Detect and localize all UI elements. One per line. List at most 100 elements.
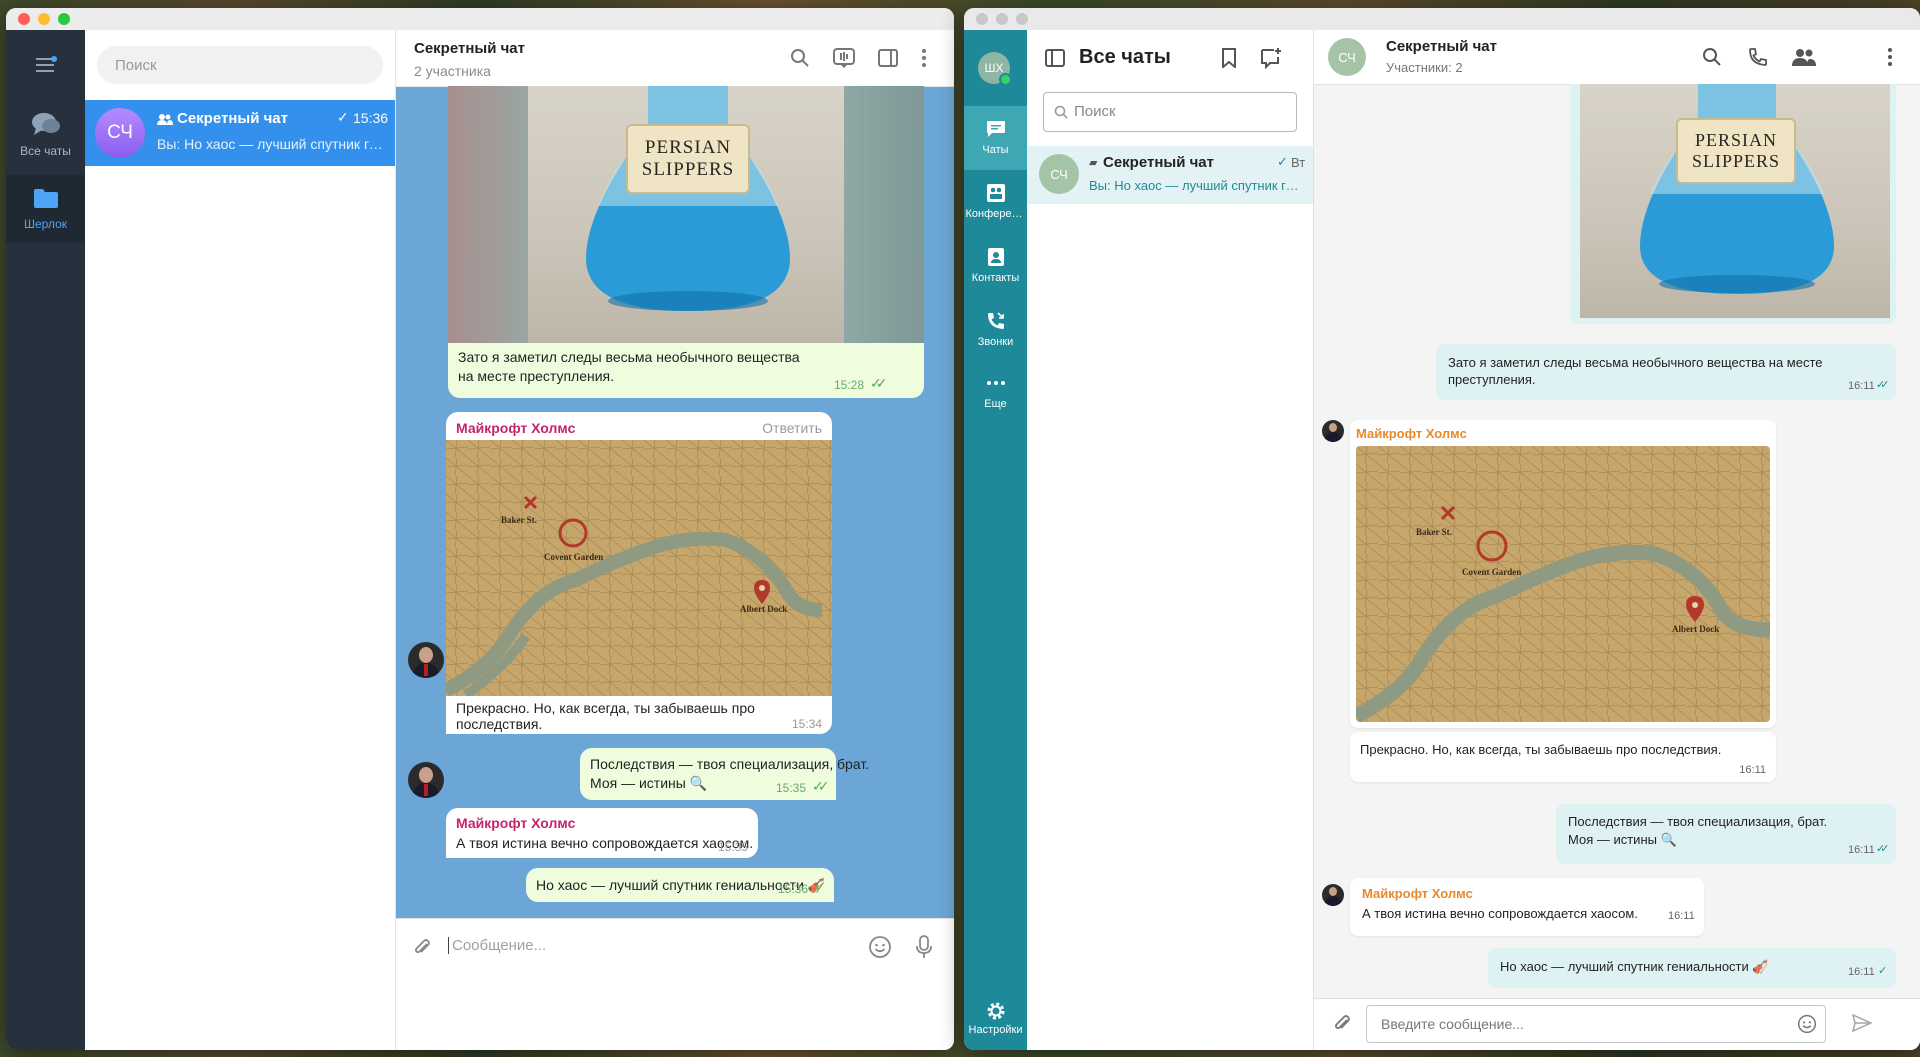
map-image[interactable]: Baker St. Covent Garden Albert Dock [446,440,832,696]
folder-rail: Все чаты Шерлок [6,30,85,1050]
read-check-icon: ✓ [337,109,349,125]
chat-search[interactable]: Поиск [1043,92,1297,132]
sender-avatar[interactable] [408,762,444,798]
chat-item-name: Секретный чат [1103,154,1214,171]
chat-item-time: Вт [1291,155,1306,170]
attach-button[interactable] [1328,1009,1356,1037]
sender-avatar[interactable] [1322,884,1344,906]
chat-list-panel: Все чаты Поиск СЧ ▰ Секретный чат ✓ Вт В… [1027,30,1314,1050]
message-input[interactable]: Сообщение... [448,937,752,954]
search-icon [791,49,809,67]
header-livestream-button[interactable] [830,44,858,72]
nav-chats-label: Чаты [982,144,1009,156]
folder-all-chats-label: Все чаты [20,144,71,158]
header-search-button[interactable] [1698,43,1726,71]
group-chat-icon: ▰ [1089,157,1098,169]
close-window-button[interactable] [976,13,988,25]
chat-item-name: Секретный чат [177,110,288,127]
emoji-button[interactable] [866,933,894,961]
toggle-sidebar-button[interactable] [1041,44,1069,72]
voice-message-button[interactable] [910,933,938,961]
close-window-button[interactable] [18,13,30,25]
message-sender[interactable]: Майкрофт Холмс [456,420,575,436]
chat-title[interactable]: Секретный чат [414,40,525,57]
nav-settings[interactable]: Настройки [964,998,1027,1048]
account-avatar[interactable]: ШХ [978,52,1012,86]
sender-avatar[interactable] [1322,420,1344,442]
send-button[interactable] [1848,1009,1876,1037]
chat-list-item[interactable]: СЧ Секретный чат ✓ 15:36 Вы: Но хаос — л… [85,100,395,166]
message-in[interactable]: Майкрофт Холмс А твоя истина вечно сопро… [1350,878,1704,936]
flask-image [585,86,791,311]
map-label-albert: Albert Dock [740,604,788,614]
message-in-map[interactable]: Майкрофт Холмс Ответить Baker St. Covent… [446,412,832,734]
emoji-button[interactable] [1795,1012,1819,1036]
message-out[interactable]: Зато я заметил следы весьма необычного в… [1436,344,1896,400]
folder-all-chats[interactable]: Все чаты [6,108,85,170]
nav-more[interactable]: Еще [964,364,1027,428]
message-photo[interactable]: PERSIAN SLIPPERS [448,86,924,343]
header-more-button[interactable] [914,44,934,72]
chat-list-item[interactable]: СЧ ▰ Секретный чат ✓ Вт Вы: Но хаос — лу… [1027,146,1313,204]
nav-chats[interactable]: Чаты [964,106,1027,170]
check-icon: ✓ [814,879,826,895]
attach-button[interactable] [408,933,436,961]
chat-header-avatar[interactable]: СЧ [1328,38,1366,76]
flask-image [1639,84,1835,294]
zoom-window-button[interactable] [1016,13,1028,25]
minimize-window-button[interactable] [996,13,1008,25]
nav-calls[interactable]: Звонки [964,300,1027,364]
message-in[interactable]: Прекрасно. Но, как всегда, ты забываешь … [1350,732,1776,782]
contacts-icon [964,236,1027,272]
message-out[interactable]: Последствия — твоя специализация, брат. … [580,748,869,800]
message-out[interactable]: Последствия — твоя специализация, брат. … [1556,804,1896,864]
message-sender[interactable]: Майкрофт Холмс [1362,886,1473,901]
map-image[interactable]: Baker St. Covent Garden Albert Dock [1356,446,1770,722]
message-time: 15:36 [778,882,809,896]
search-icon [1054,105,1068,119]
header-search-button[interactable] [786,44,814,72]
new-chat-icon [1261,48,1281,69]
header-more-button[interactable] [1880,43,1900,71]
chat-area: Секретный чат 2 участника PERSIAN SLIPPE… [396,30,954,1050]
message-out-photo[interactable]: PERSIAN SLIPPERS [1570,84,1896,324]
header-members-button[interactable] [1790,43,1818,71]
nav-conferences[interactable]: Конференции [964,172,1027,236]
message-out[interactable]: Но хаос — лучший спутник гениальности 🎻 … [1488,948,1896,988]
sender-avatar[interactable] [408,642,444,678]
header-call-button[interactable] [1744,43,1772,71]
message-text: Но хаос — лучший спутник гениальности 🎻 [1500,959,1769,974]
chat-avatar-initials: СЧ [1050,166,1068,182]
nav-contacts[interactable]: Контакты [964,236,1027,300]
folder-sherlock[interactable]: Шерлок [6,175,85,243]
message-in[interactable]: Майкрофт Холмс А твоя истина вечно сопро… [446,808,758,858]
message-in-map[interactable]: Майкрофт Холмс Baker St. Covent Garden A… [1350,420,1776,728]
menu-button[interactable] [26,50,66,80]
online-status-dot [999,73,1012,86]
message-text: А твоя истина вечно сопровождается хаосо… [456,835,754,851]
minimize-window-button[interactable] [38,13,50,25]
microphone-icon [916,935,932,958]
chat-title[interactable]: Секретный чат [1386,38,1497,55]
message-out[interactable]: Но хаос — лучший спутник гениальности 🎻 … [526,868,834,902]
chat-area: СЧ Секретный чат Участники: 2 PERSIAN SL… [1314,30,1920,1050]
list-title: Все чаты [1079,46,1171,68]
new-chat-button[interactable] [1257,44,1285,72]
double-check-icon: ✓✓ [1876,843,1890,855]
bookmarks-button[interactable] [1215,44,1243,72]
chat-header-avatar-initials: СЧ [1338,49,1356,65]
more-vertical-icon [1888,48,1892,66]
flask-label: PERSIAN SLIPPERS [1676,118,1796,184]
message-photo[interactable]: PERSIAN SLIPPERS [1580,84,1890,318]
chat-search-placeholder: Поиск [115,57,157,74]
message-sender[interactable]: Майкрофт Холмс [456,815,575,831]
chat-search[interactable]: Поиск [97,46,383,84]
zoom-window-button[interactable] [58,13,70,25]
paperclip-icon [414,939,430,954]
header-sidebar-button[interactable] [874,44,902,72]
message-sender[interactable]: Майкрофт Холмс [1356,426,1467,441]
message-input[interactable]: Введите сообщение... [1366,1005,1826,1043]
reply-button[interactable]: Ответить [762,420,822,436]
group-icon [157,113,173,125]
message-out-photo[interactable]: PERSIAN SLIPPERS Зато я заметил следы ве… [448,86,924,398]
